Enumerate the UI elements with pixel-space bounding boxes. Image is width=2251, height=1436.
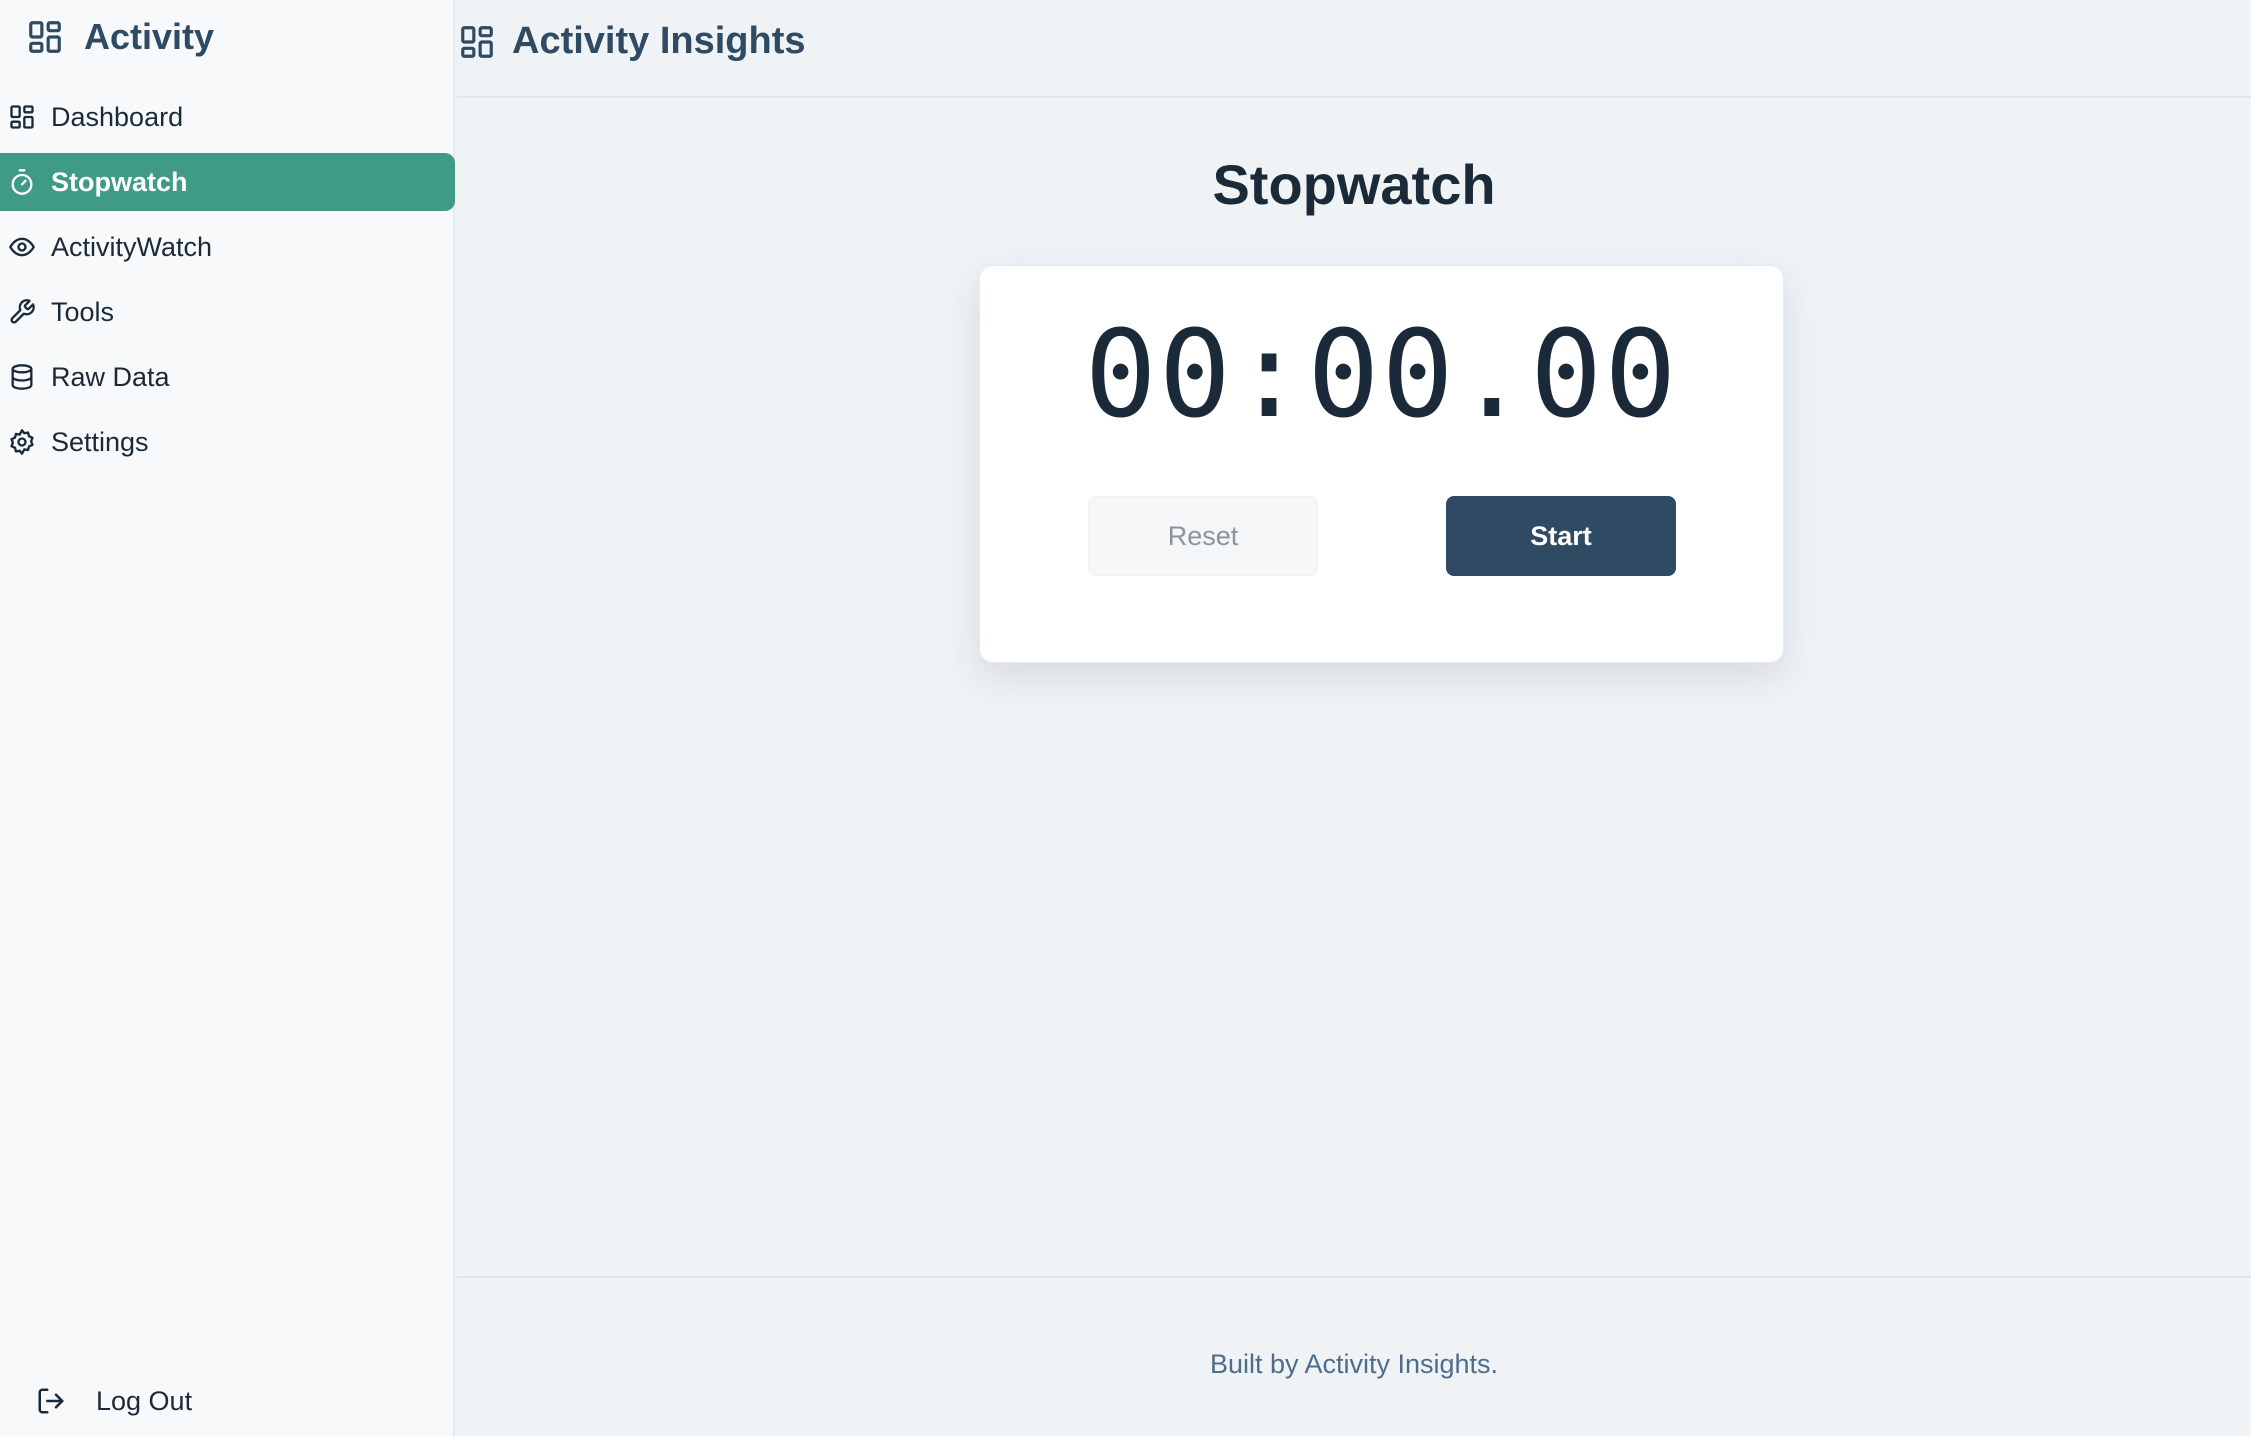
- footer-text: Built by Activity Insights.: [1209, 1349, 1499, 1379]
- layout-grid-icon: [458, 21, 496, 63]
- sidebar-item-stopwatch[interactable]: Stopwatch: [0, 153, 455, 211]
- app-root: Activity Dashboard Stopwatch ActivityWat…: [0, 0, 2251, 1436]
- stopwatch-card: 00:00.00 Reset Start: [979, 265, 1784, 663]
- sidebar-item-tools[interactable]: Tools: [0, 283, 455, 341]
- start-button[interactable]: Start: [1446, 496, 1676, 576]
- logout-button[interactable]: Log Out: [36, 1382, 192, 1420]
- footer: Built by Activity Insights.: [457, 1276, 2251, 1436]
- header-title: Activity Insights: [512, 20, 806, 62]
- sidebar-item-dashboard[interactable]: Dashboard: [0, 88, 455, 146]
- log-out-icon: [36, 1386, 66, 1416]
- sidebar-item-label: Raw Data: [51, 361, 170, 392]
- eye-icon: [8, 233, 36, 261]
- reset-button[interactable]: Reset: [1088, 496, 1318, 576]
- wrench-icon: [8, 298, 36, 326]
- logout-label: Log Out: [96, 1385, 193, 1416]
- sidebar-item-label: Stopwatch: [51, 166, 188, 197]
- sidebar-item-label: Tools: [51, 296, 115, 327]
- database-icon: [8, 363, 36, 391]
- sidebar-item-raw-data[interactable]: Raw Data: [0, 348, 455, 406]
- sidebar-nav: Dashboard Stopwatch ActivityWatch Tools …: [0, 88, 455, 478]
- page-title: Stopwatch: [1212, 153, 1496, 216]
- sidebar-item-label: Dashboard: [51, 101, 184, 132]
- timer-icon: [8, 168, 36, 196]
- sidebar-item-activitywatch[interactable]: ActivityWatch: [0, 218, 455, 276]
- sidebar-item-settings[interactable]: Settings: [0, 413, 455, 471]
- sidebar-item-label: ActivityWatch: [51, 231, 213, 262]
- gear-icon: [8, 428, 36, 456]
- header-brand: Activity Insights: [458, 20, 806, 63]
- brand[interactable]: Activity: [26, 14, 214, 60]
- sidebar: Activity Dashboard Stopwatch ActivityWat…: [0, 0, 455, 1436]
- brand-label: Activity: [84, 16, 215, 57]
- top-header: Activity Insights: [457, 0, 2251, 98]
- layout-grid-icon: [8, 103, 36, 131]
- sidebar-item-label: Settings: [51, 426, 149, 457]
- layout-grid-icon: [26, 17, 64, 57]
- timer-display: 00:00.00: [1084, 306, 1679, 445]
